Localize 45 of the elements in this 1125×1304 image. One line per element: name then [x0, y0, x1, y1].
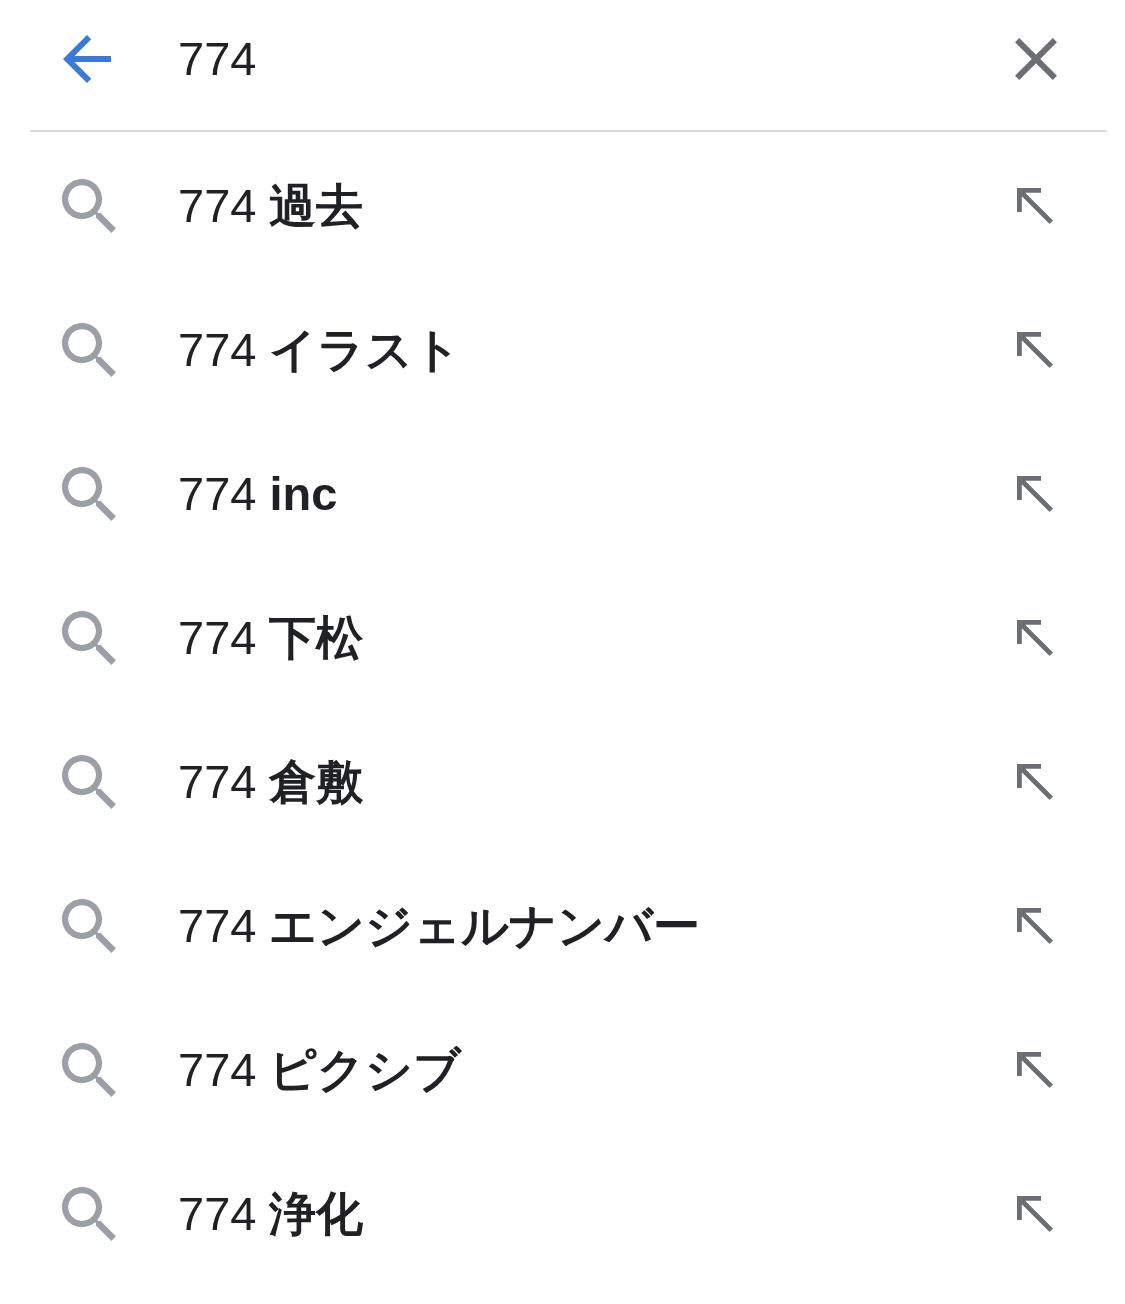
- search-icon: [62, 323, 116, 377]
- search-icon: [62, 1187, 116, 1241]
- suggestion-text: 774 ピクシブ: [178, 1042, 462, 1098]
- suggestion-row[interactable]: 774 ピクシブ: [0, 998, 1125, 1142]
- fill-query-button[interactable]: [1015, 186, 1055, 226]
- suggestion-row[interactable]: 774 倉敷: [0, 710, 1125, 854]
- close-icon: [1015, 38, 1057, 80]
- fill-query-button[interactable]: [1015, 1050, 1055, 1090]
- up-left-arrow-icon: [1017, 1052, 1053, 1088]
- suggestion-text: 774 下松: [178, 610, 364, 666]
- fill-query-button[interactable]: [1015, 1194, 1055, 1234]
- suggestion-row[interactable]: 774 エンジェルナンバー: [0, 854, 1125, 998]
- fill-query-button[interactable]: [1015, 906, 1055, 946]
- suggestion-row[interactable]: 774 下松: [0, 566, 1125, 710]
- up-left-arrow-icon: [1017, 764, 1053, 800]
- up-left-arrow-icon: [1017, 188, 1053, 224]
- suggestion-text: 774 inc: [178, 466, 338, 522]
- search-icon: [62, 899, 116, 953]
- search-field[interactable]: 774: [178, 24, 993, 94]
- up-left-arrow-icon: [1017, 908, 1053, 944]
- fill-query-button[interactable]: [1015, 474, 1055, 514]
- up-left-arrow-icon: [1017, 332, 1053, 368]
- suggestion-text: 774 浄化: [178, 1186, 364, 1242]
- suggestion-text: 774 倉敷: [178, 754, 364, 810]
- back-arrow-icon: [63, 35, 111, 83]
- fill-query-button[interactable]: [1015, 762, 1055, 802]
- suggestion-text: 774 イラスト: [178, 322, 462, 378]
- suggestion-row[interactable]: 774 inc: [0, 422, 1125, 566]
- suggestion-text: 774 エンジェルナンバー: [178, 898, 701, 954]
- search-icon: [62, 611, 116, 665]
- suggestion-row[interactable]: 774 過去: [0, 134, 1125, 278]
- search-icon: [62, 755, 116, 809]
- up-left-arrow-icon: [1017, 476, 1053, 512]
- fill-query-button[interactable]: [1015, 330, 1055, 370]
- back-button[interactable]: [62, 35, 112, 83]
- search-icon: [62, 467, 116, 521]
- up-left-arrow-icon: [1017, 1196, 1053, 1232]
- up-left-arrow-icon: [1017, 620, 1053, 656]
- suggestion-text: 774 過去: [178, 178, 364, 234]
- suggestion-row[interactable]: 774 イラスト: [0, 278, 1125, 422]
- clear-button[interactable]: [1013, 36, 1059, 82]
- suggestion-row[interactable]: 774 浄化: [0, 1142, 1125, 1286]
- search-icon: [62, 1043, 116, 1097]
- fill-query-button[interactable]: [1015, 618, 1055, 658]
- search-icon: [62, 179, 116, 233]
